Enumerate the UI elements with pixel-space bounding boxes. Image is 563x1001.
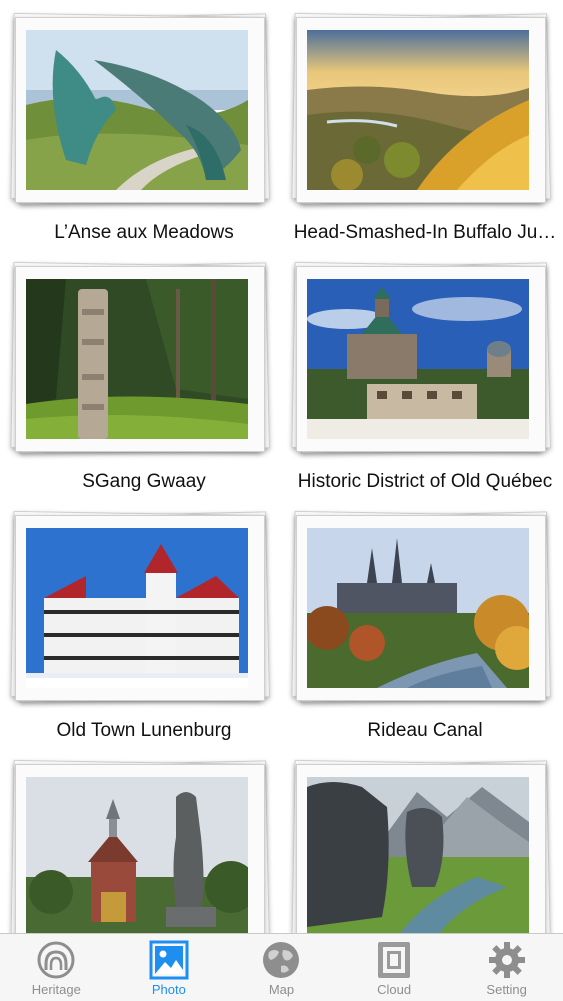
tab-heritage[interactable]: Heritage [0, 934, 113, 1001]
site-photo[interactable] [26, 30, 248, 190]
site-caption: L’Anse aux Meadows [54, 222, 234, 243]
photo-frame [10, 510, 270, 703]
tab-setting[interactable]: Setting [450, 934, 563, 1001]
photo-frame [291, 261, 551, 454]
site-photo[interactable] [26, 777, 248, 933]
tab-label: Map [268, 982, 295, 997]
heritage-icon [37, 941, 75, 979]
photo-grid: L’Anse aux Meadows Head-Smashed-In Buffa… [0, 0, 563, 933]
site-caption: Historic District of Old Québec [297, 471, 553, 492]
photo-icon [149, 940, 189, 980]
site-caption: Old Town Lunenburg [56, 720, 232, 741]
tab-photo[interactable]: Photo [113, 934, 226, 1001]
site-caption: Rideau Canal [367, 720, 483, 741]
tab-label: Setting [486, 982, 527, 997]
site-photo[interactable] [26, 279, 248, 439]
photo-frame [10, 759, 270, 933]
site-photo[interactable] [307, 528, 529, 688]
site-photo[interactable] [307, 777, 529, 933]
site-caption: Head-Smashed-In Buffalo Ju… [293, 222, 557, 243]
tab-map[interactable]: Map [225, 934, 338, 1001]
globe-icon [263, 942, 300, 978]
photo-frame [291, 510, 551, 703]
tab-cloud[interactable]: Cloud [338, 934, 451, 1001]
tab-label: Photo [151, 982, 186, 997]
cloud-icon [378, 942, 411, 978]
tab-label: Cloud [377, 982, 412, 997]
gear-icon [488, 942, 525, 978]
tab-bar: Heritage Photo Map Cloud Setting [0, 933, 563, 1001]
photo-frame [291, 759, 551, 933]
site-caption: SGang Gwaay [82, 471, 206, 492]
site-photo[interactable] [307, 30, 529, 190]
site-photo[interactable] [307, 279, 529, 439]
site-photo[interactable] [26, 528, 248, 688]
photo-frame [10, 12, 270, 205]
tab-label: Heritage [31, 982, 81, 997]
photo-frame [291, 12, 551, 205]
photo-frame [10, 261, 270, 454]
